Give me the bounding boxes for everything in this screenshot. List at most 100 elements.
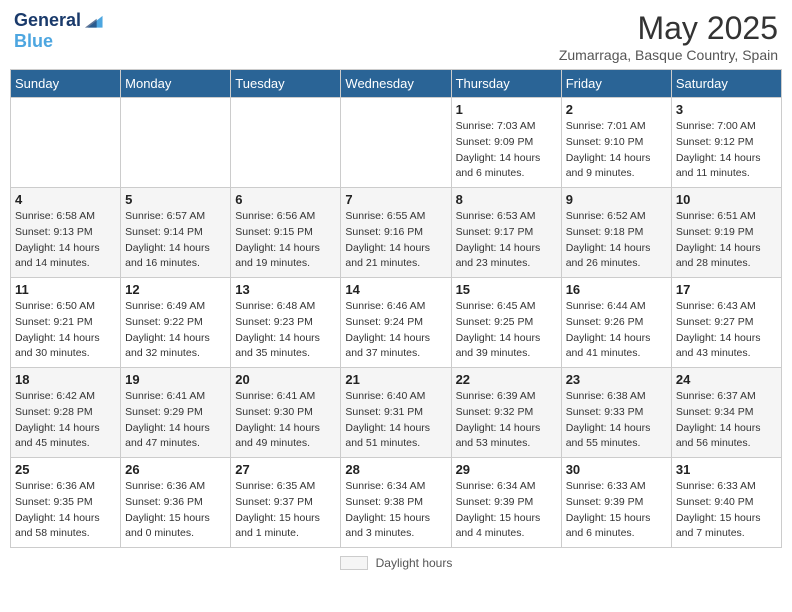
calendar-cell: 28Sunrise: 6:34 AM Sunset: 9:38 PM Dayli… (341, 458, 451, 548)
calendar-week-row: 25 Sunrise: 6:36 AM Sunset: 9:35 PM Dayli… (11, 458, 782, 548)
header-row: SundayMondayTuesdayWednesdayThursdayFrid… (11, 70, 782, 98)
day-detail: Sunrise: 6:57 AM Sunset: 9:14 PM Dayligh… (125, 209, 226, 272)
logo-blue-text: Blue (14, 32, 53, 52)
calendar-table: SundayMondayTuesdayWednesdayThursdayFrid… (10, 69, 782, 548)
calendar-cell: 7 Sunrise: 6:55 AM Sunset: 9:16 PM Daylig… (341, 188, 451, 278)
day-detail: Sunrise: 6:41 AM Sunset: 9:29 PM Dayligh… (125, 389, 226, 452)
day-detail: Sunrise: 6:51 AM Sunset: 9:19 PM Dayligh… (676, 209, 777, 272)
calendar-week-row: 18Sunrise: 6:42 AM Sunset: 9:28 PM Dayli… (11, 368, 782, 458)
day-number: 24 (676, 372, 777, 387)
day-number: 18 (15, 372, 116, 387)
daylight-swatch (340, 556, 368, 570)
day-number: 11 (15, 282, 116, 297)
calendar-cell: 24 Sunrise: 6:37 AM Sunset: 9:34 PM Dayli… (671, 368, 781, 458)
calendar-cell: 18Sunrise: 6:42 AM Sunset: 9:28 PM Dayli… (11, 368, 121, 458)
calendar-cell: 11 Sunrise: 6:50 AM Sunset: 9:21 PM Dayli… (11, 278, 121, 368)
weekday-header: Saturday (671, 70, 781, 98)
calendar-cell: 21 Sunrise: 6:40 AM Sunset: 9:31 PM Dayli… (341, 368, 451, 458)
weekday-header: Thursday (451, 70, 561, 98)
calendar-cell: 23Sunrise: 6:38 AM Sunset: 9:33 PM Dayli… (561, 368, 671, 458)
day-detail: Sunrise: 6:55 AM Sunset: 9:16 PM Dayligh… (345, 209, 446, 272)
day-number: 30 (566, 462, 667, 477)
calendar-cell (11, 98, 121, 188)
day-detail: Sunrise: 6:45 AM Sunset: 9:25 PM Dayligh… (456, 299, 557, 362)
day-number: 31 (676, 462, 777, 477)
calendar-cell: 31 Sunrise: 6:33 AM Sunset: 9:40 PM Dayli… (671, 458, 781, 548)
calendar-cell: 6Sunrise: 6:56 AM Sunset: 9:15 PM Daylig… (231, 188, 341, 278)
day-detail: Sunrise: 6:39 AM Sunset: 9:32 PM Dayligh… (456, 389, 557, 452)
day-detail: Sunrise: 6:40 AM Sunset: 9:31 PM Dayligh… (345, 389, 446, 452)
day-number: 12 (125, 282, 226, 297)
calendar-cell: 13Sunrise: 6:48 AM Sunset: 9:23 PM Dayli… (231, 278, 341, 368)
month-title: May 2025 (559, 10, 778, 47)
day-detail: Sunrise: 6:50 AM Sunset: 9:21 PM Dayligh… (15, 299, 116, 362)
day-number: 6 (235, 192, 336, 207)
calendar-cell: 27Sunrise: 6:35 AM Sunset: 9:37 PM Dayli… (231, 458, 341, 548)
weekday-header: Tuesday (231, 70, 341, 98)
day-number: 17 (676, 282, 777, 297)
calendar-cell: 25 Sunrise: 6:36 AM Sunset: 9:35 PM Dayli… (11, 458, 121, 548)
day-number: 2 (566, 102, 667, 117)
day-number: 22 (456, 372, 557, 387)
calendar-cell (121, 98, 231, 188)
day-number: 15 (456, 282, 557, 297)
calendar-cell: 4 Sunrise: 6:58 AM Sunset: 9:13 PM Daylig… (11, 188, 121, 278)
day-detail: Sunrise: 6:46 AM Sunset: 9:24 PM Dayligh… (345, 299, 446, 362)
day-number: 1 (456, 102, 557, 117)
calendar-cell: 2 Sunrise: 7:01 AM Sunset: 9:10 PM Daylig… (561, 98, 671, 188)
calendar-cell (231, 98, 341, 188)
day-number: 14 (345, 282, 446, 297)
day-detail: Sunrise: 6:34 AM Sunset: 9:38 PM Dayligh… (345, 479, 446, 542)
logo-text: General (14, 11, 81, 31)
weekday-header: Friday (561, 70, 671, 98)
day-detail: Sunrise: 6:33 AM Sunset: 9:39 PM Dayligh… (566, 479, 667, 542)
calendar-cell: 22 Sunrise: 6:39 AM Sunset: 9:32 PM Dayli… (451, 368, 561, 458)
day-number: 3 (676, 102, 777, 117)
calendar-week-row: 1 Sunrise: 7:03 AM Sunset: 9:09 PM Daylig… (11, 98, 782, 188)
day-detail: Sunrise: 6:38 AM Sunset: 9:33 PM Dayligh… (566, 389, 667, 452)
calendar-cell: 29Sunrise: 6:34 AM Sunset: 9:39 PM Dayli… (451, 458, 561, 548)
calendar-cell: 3Sunrise: 7:00 AM Sunset: 9:12 PM Daylig… (671, 98, 781, 188)
day-number: 8 (456, 192, 557, 207)
weekday-header: Sunday (11, 70, 121, 98)
day-number: 21 (345, 372, 446, 387)
location: Zumarraga, Basque Country, Spain (559, 47, 778, 63)
calendar-cell: 15 Sunrise: 6:45 AM Sunset: 9:25 PM Dayli… (451, 278, 561, 368)
calendar-cell: 8Sunrise: 6:53 AM Sunset: 9:17 PM Daylig… (451, 188, 561, 278)
day-detail: Sunrise: 6:48 AM Sunset: 9:23 PM Dayligh… (235, 299, 336, 362)
day-detail: Sunrise: 6:33 AM Sunset: 9:40 PM Dayligh… (676, 479, 777, 542)
calendar-cell: 30 Sunrise: 6:33 AM Sunset: 9:39 PM Dayli… (561, 458, 671, 548)
day-number: 20 (235, 372, 336, 387)
day-number: 25 (15, 462, 116, 477)
day-detail: Sunrise: 6:36 AM Sunset: 9:35 PM Dayligh… (15, 479, 116, 542)
day-detail: Sunrise: 6:35 AM Sunset: 9:37 PM Dayligh… (235, 479, 336, 542)
calendar-cell: 16 Sunrise: 6:44 AM Sunset: 9:26 PM Dayli… (561, 278, 671, 368)
calendar-cell (341, 98, 451, 188)
day-detail: Sunrise: 6:34 AM Sunset: 9:39 PM Dayligh… (456, 479, 557, 542)
calendar-cell: 20Sunrise: 6:41 AM Sunset: 9:30 PM Dayli… (231, 368, 341, 458)
calendar-cell: 17 Sunrise: 6:43 AM Sunset: 9:27 PM Dayli… (671, 278, 781, 368)
footer: Daylight hours (10, 556, 782, 570)
day-number: 5 (125, 192, 226, 207)
weekday-header: Wednesday (341, 70, 451, 98)
title-area: May 2025 Zumarraga, Basque Country, Spai… (559, 10, 778, 63)
calendar-cell: 9Sunrise: 6:52 AM Sunset: 9:18 PM Daylig… (561, 188, 671, 278)
calendar-cell: 1 Sunrise: 7:03 AM Sunset: 9:09 PM Daylig… (451, 98, 561, 188)
day-detail: Sunrise: 6:49 AM Sunset: 9:22 PM Dayligh… (125, 299, 226, 362)
day-detail: Sunrise: 7:01 AM Sunset: 9:10 PM Dayligh… (566, 119, 667, 182)
day-detail: Sunrise: 6:44 AM Sunset: 9:26 PM Dayligh… (566, 299, 667, 362)
day-number: 16 (566, 282, 667, 297)
day-detail: Sunrise: 6:58 AM Sunset: 9:13 PM Dayligh… (15, 209, 116, 272)
weekday-header: Monday (121, 70, 231, 98)
day-detail: Sunrise: 6:43 AM Sunset: 9:27 PM Dayligh… (676, 299, 777, 362)
day-number: 9 (566, 192, 667, 207)
day-number: 7 (345, 192, 446, 207)
day-detail: Sunrise: 6:36 AM Sunset: 9:36 PM Dayligh… (125, 479, 226, 542)
calendar-cell: 14 Sunrise: 6:46 AM Sunset: 9:24 PM Dayli… (341, 278, 451, 368)
day-detail: Sunrise: 6:37 AM Sunset: 9:34 PM Dayligh… (676, 389, 777, 452)
day-number: 4 (15, 192, 116, 207)
day-number: 10 (676, 192, 777, 207)
day-detail: Sunrise: 7:03 AM Sunset: 9:09 PM Dayligh… (456, 119, 557, 182)
day-number: 19 (125, 372, 226, 387)
page-header: General Blue May 2025 Zumarraga, Basque … (10, 10, 782, 63)
